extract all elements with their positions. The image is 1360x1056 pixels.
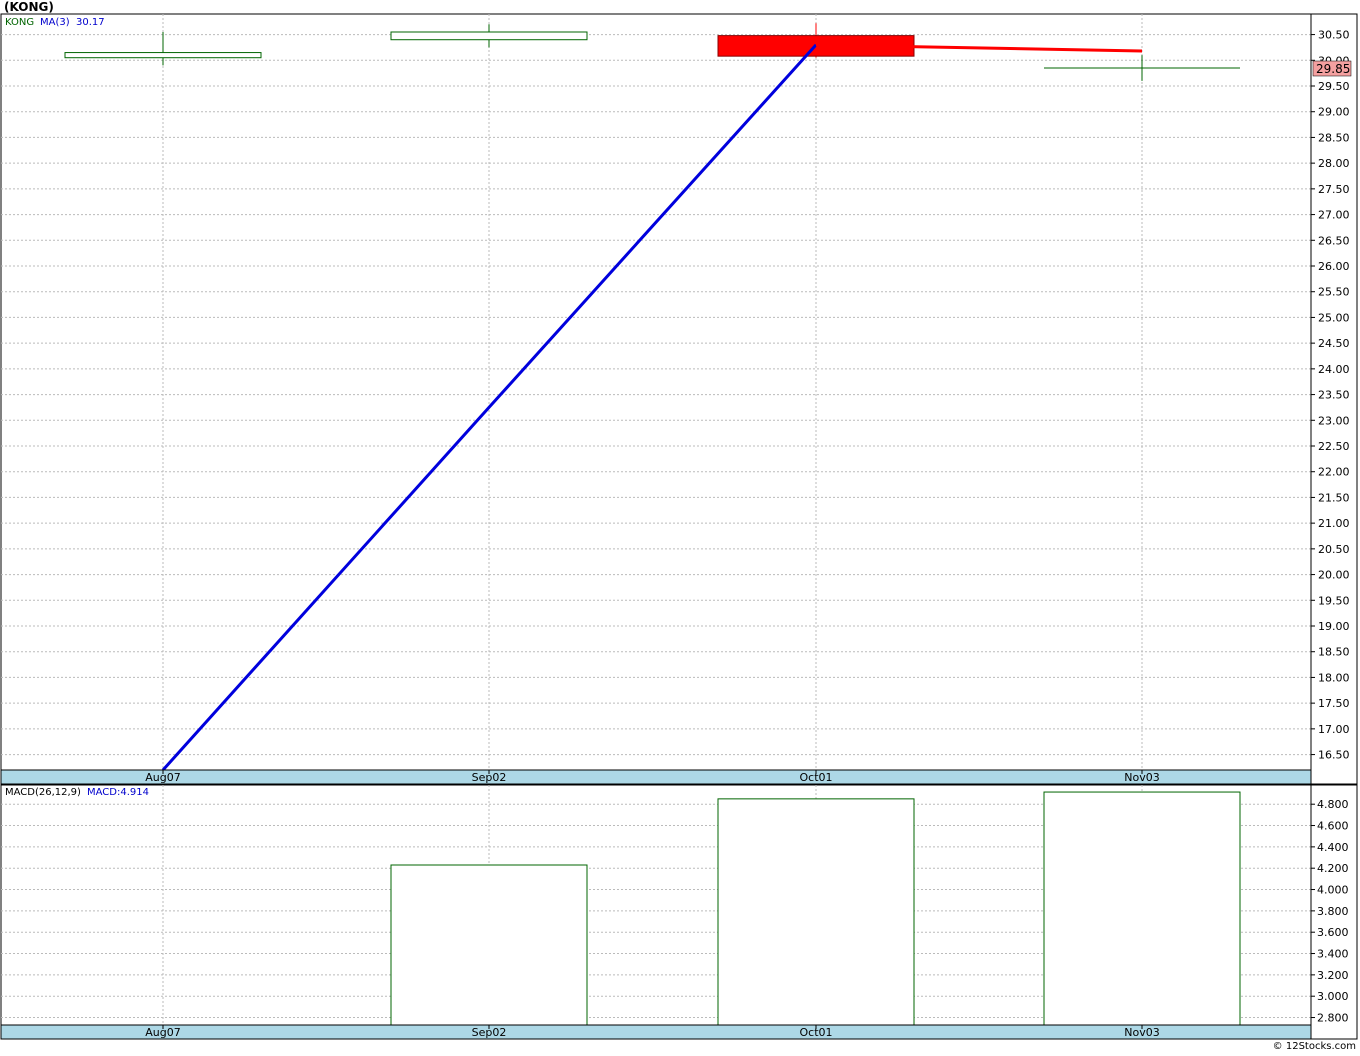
candle-body [64, 52, 262, 59]
last-price-label: 29.85 [1316, 62, 1350, 76]
price-legend-ma-value: 30.17 [76, 17, 105, 28]
price-tick-label: 26.00 [1318, 260, 1350, 273]
macd-tick-label: 3.200 [1317, 969, 1349, 982]
macd-tick-label: 4.800 [1317, 798, 1349, 811]
price-tick-label: 23.50 [1318, 389, 1350, 402]
price-date-label: Aug07 [145, 771, 180, 784]
price-tick-label: 19.50 [1318, 594, 1350, 607]
price-tick-label: 17.50 [1318, 697, 1350, 710]
price-tick-label: 19.00 [1318, 620, 1350, 633]
price-tick-label: 26.50 [1318, 234, 1350, 247]
price-date-label: Nov03 [1124, 771, 1159, 784]
macd-date-label: Sep02 [472, 1026, 507, 1039]
price-tick-label: 20.00 [1318, 569, 1350, 582]
price-date-label: Sep02 [472, 771, 507, 784]
price-tick-label: 17.00 [1318, 723, 1350, 736]
macd-date-label: Nov03 [1124, 1026, 1159, 1039]
price-tick-label: 29.50 [1318, 80, 1350, 93]
price-panel-frame [0, 13, 1358, 785]
macd-tick-label: 4.600 [1317, 820, 1349, 833]
macd-tick-label: 3.600 [1317, 926, 1349, 939]
macd-panel: 2.800 3.000 3.200 3.400 3.600 3.800 4.000 4.200… [0, 784, 1358, 1040]
price-tick-label: 24.00 [1318, 363, 1350, 376]
macd-date-label: Aug07 [145, 1026, 180, 1039]
price-tick-label: 28.50 [1318, 131, 1350, 144]
price-tick-label: 23.00 [1318, 414, 1350, 427]
macd-bar [1043, 791, 1241, 1026]
candle-body [390, 31, 588, 41]
price-tick-label: 20.50 [1318, 543, 1350, 556]
price-legend-ma: MA(3) [40, 17, 70, 28]
price-tick-label: 27.50 [1318, 183, 1350, 196]
price-tick-label: 30.50 [1318, 29, 1350, 42]
price-date-label: Oct01 [799, 771, 832, 784]
macd-tick-label: 3.400 [1317, 948, 1349, 961]
price-panel: 16.50 17.00 17.50 18.00 18.50 19.00 19.50 20.00… [0, 13, 1358, 785]
macd-tick-label: 4.000 [1317, 884, 1349, 897]
price-tick-label: 29.00 [1318, 106, 1350, 119]
price-tick-label: 25.00 [1318, 311, 1350, 324]
macd-tick-label: 3.800 [1317, 905, 1349, 918]
price-tick-label: 18.00 [1318, 671, 1350, 684]
price-tick-label: 22.00 [1318, 466, 1350, 479]
chart-svg: 16.50 17.00 17.50 18.00 18.50 19.00 19.50 20.00… [0, 13, 1358, 1040]
price-tick-label: 18.50 [1318, 646, 1350, 659]
price-legend-symbol: KONG [5, 17, 34, 28]
price-tick-label: 28.00 [1318, 157, 1350, 170]
price-tick-label: 21.50 [1318, 491, 1350, 504]
macd-tick-label: 4.400 [1317, 841, 1349, 854]
price-tick-label: 22.50 [1318, 440, 1350, 453]
price-tick-label: 21.00 [1318, 517, 1350, 530]
macd-bar [390, 864, 588, 1026]
price-tick-label: 24.50 [1318, 337, 1350, 350]
macd-tick-label: 4.200 [1317, 862, 1349, 875]
macd-date-label: Oct01 [799, 1026, 832, 1039]
macd-bar [717, 798, 915, 1026]
macd-date-band [0, 1024, 1312, 1040]
macd-legend-value: MACD:4.914 [87, 787, 149, 798]
price-tick-label: 25.50 [1318, 286, 1350, 299]
price-tick-label: 27.00 [1318, 209, 1350, 222]
price-date-band [0, 769, 1312, 785]
price-tick-label: 16.50 [1318, 749, 1350, 762]
macd-tick-label: 3.000 [1317, 990, 1349, 1003]
macd-legend-name: MACD(26,12,9) [5, 787, 81, 798]
macd-tick-label: 2.800 [1317, 1012, 1349, 1025]
footer-credit: © 12Stocks.com [1272, 1041, 1356, 1052]
